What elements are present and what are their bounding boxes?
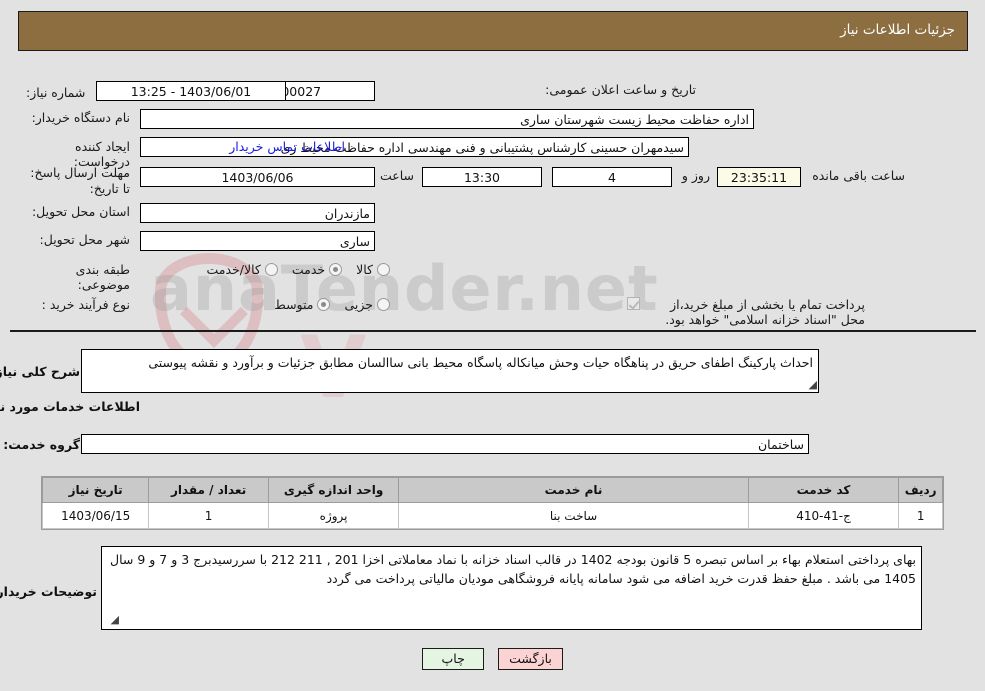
buyer-notes-resize-grip-icon[interactable]: ◢ [111, 613, 119, 626]
col-unit: واحد اندازه گیری [267, 477, 400, 503]
treasury-bonds-checkbox[interactable] [627, 297, 640, 310]
buyer-contact-link[interactable]: اطلاعات تماس خریدار [229, 139, 345, 154]
back-button[interactable]: بازگشت [498, 648, 563, 670]
table-row[interactable]: 1 ج-41-410 ساخت بنا پروژه 1 1403/06/15 [41, 502, 943, 529]
col-code: کد خدمت [747, 477, 900, 503]
deadline-date-value: 1403/06/06 [140, 167, 375, 187]
cell-unit: پروژه [267, 502, 400, 529]
page-root: V anaTender.net جزئیات اطلاعات نیاز شمار… [0, 0, 985, 691]
process-radio-motevaset[interactable] [317, 298, 331, 311]
countdown-timer-value: 23:35:11 [717, 167, 801, 187]
process-label-jozei: جزیی [344, 297, 373, 312]
deadline-label: مهلت ارسال پاسخ: تا تاریخ: [30, 165, 130, 196]
remaining-hours-label: ساعت باقی مانده [812, 168, 905, 183]
process-radio-group: جزیی متوسط [260, 297, 390, 312]
process-label-motevaset: متوسط [274, 297, 314, 312]
cell-date: 1403/06/15 [41, 502, 150, 529]
category-radio-kala[interactable] [377, 263, 390, 276]
col-date: تاریخ نیاز [41, 477, 150, 503]
city-label: شهر محل تحویل: [39, 232, 130, 247]
category-label: طبقه بندی موضوعی: [75, 262, 130, 292]
service-group-label: گروه خدمت: [3, 437, 80, 452]
buyer-org-label: نام دستگاه خریدار: [31, 110, 130, 125]
cell-name: ساخت بنا [398, 502, 749, 529]
category-radio-khedmat[interactable] [329, 263, 343, 276]
description-textarea[interactable]: احداث پارکینگ اطفای حریق در پناهگاه حیات… [81, 349, 819, 393]
cell-code: ج-41-410 [747, 502, 900, 529]
col-name: نام خدمت [398, 477, 749, 503]
services-section-title: اطلاعات خدمات مورد نیاز [0, 399, 140, 414]
category-radio-kala-khedmat[interactable] [264, 263, 278, 276]
description-label: شرح کلی نیاز: [0, 364, 80, 379]
province-value: مازندران [140, 203, 375, 223]
category-radio-group: کالا خدمت کالا/خدمت [192, 262, 390, 277]
page-title-bar: جزئیات اطلاعات نیاز [18, 11, 968, 51]
col-radif: ردیف [898, 477, 943, 503]
process-radio-jozei[interactable] [377, 298, 390, 311]
category-label-kala: کالا [356, 262, 373, 277]
public-announce-label: تاریخ و ساعت اعلان عمومی: [545, 82, 696, 97]
city-value: ساری [140, 231, 375, 251]
need-info-panel [10, 62, 976, 332]
cell-quantity: 1 [148, 502, 269, 529]
deadline-time-label: ساعت [379, 168, 414, 183]
process-label: نوع فرآیند خرید : [41, 297, 130, 312]
buyer-notes-textarea[interactable]: بهای پرداختی استعلام بهاء بر اساس تبصره … [101, 546, 922, 630]
remaining-days-value: 4 [552, 167, 672, 187]
category-label-kala-khedmat: کالا/خدمت [206, 262, 261, 277]
action-buttons: بازگشت چاپ [0, 648, 985, 670]
category-label-khedmat: خدمت [291, 262, 326, 277]
page-title: جزئیات اطلاعات نیاز [840, 22, 955, 38]
buyer-org-value: اداره حفاظت محیط زیست شهرستان ساری [140, 109, 754, 129]
service-group-value[interactable]: ساختمان [81, 434, 809, 454]
cell-radif: 1 [898, 502, 943, 529]
col-quantity: تعداد / مقدار [148, 477, 269, 503]
services-table: ردیف کد خدمت نام خدمت واحد اندازه گیری ت… [41, 476, 944, 530]
treasury-bonds-text: پرداخت تمام یا بخشی از مبلغ خرید،از محل … [665, 297, 865, 327]
buyer-notes-label: توضیحات خریدار: [0, 584, 97, 599]
print-button[interactable]: چاپ [422, 648, 485, 670]
remaining-days-label: روز و [681, 168, 710, 183]
deadline-time-value: 13:30 [422, 167, 542, 187]
creator-value: سیدمهران حسینی کارشناس پشتیبانی و فنی مه… [140, 137, 689, 157]
table-header-row: ردیف کد خدمت نام خدمت واحد اندازه گیری ت… [41, 477, 943, 503]
public-announce-value: 1403/06/01 - 13:25 [96, 81, 286, 101]
province-label: استان محل تحویل: [31, 204, 130, 219]
description-resize-grip-icon[interactable]: ◢ [809, 378, 817, 391]
